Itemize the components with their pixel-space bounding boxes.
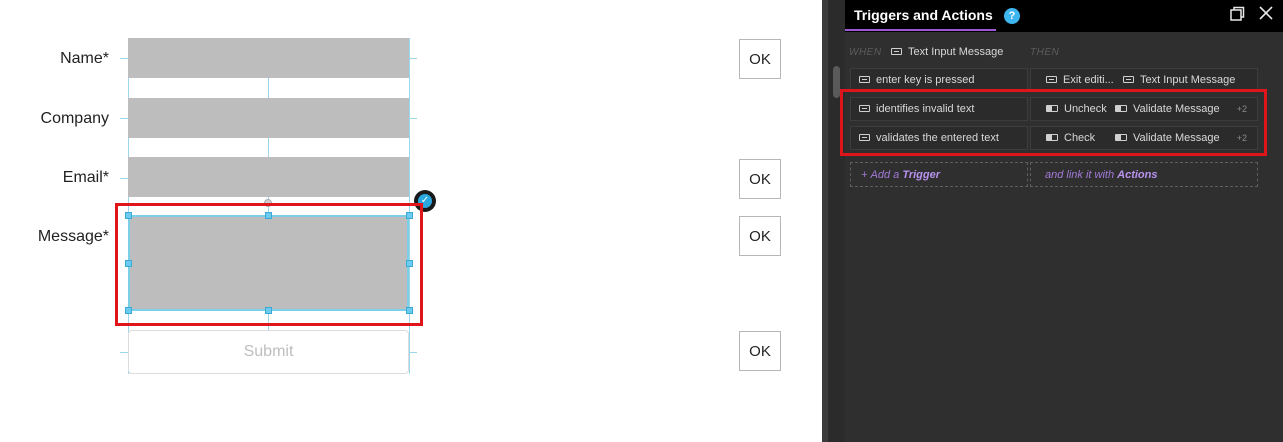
- text-input-icon: [859, 75, 870, 83]
- trigger-text: enter key is pressed: [859, 74, 974, 86]
- active-tab-underline: [845, 29, 996, 31]
- ok-button-1[interactable]: OK: [739, 39, 781, 79]
- name-label: Name*: [60, 50, 109, 67]
- add-trigger-text: + Add a Trigger: [861, 169, 940, 181]
- text-input-icon: [891, 47, 902, 55]
- scrollbar-thumb[interactable]: [833, 66, 840, 98]
- message-label: Message*: [37, 228, 109, 245]
- action-1-label: Exit editi...: [1063, 74, 1114, 86]
- company-input[interactable]: [128, 98, 409, 138]
- submit-button[interactable]: Submit: [128, 330, 409, 374]
- when-target-text: Text Input Message: [908, 46, 1004, 58]
- guide-tick: [409, 118, 417, 119]
- guide-tick: [120, 352, 128, 353]
- add-trigger-bold: Trigger: [902, 169, 941, 181]
- add-trigger-button[interactable]: + Add a Trigger: [850, 162, 1028, 187]
- action-1: Exit editi...: [1046, 74, 1114, 86]
- action-2-label: Text Input Message: [1140, 74, 1236, 86]
- email-label: Email*: [62, 169, 109, 186]
- link-actions-text: and link it with Actions: [1045, 169, 1158, 181]
- screen: Name* Company Email* Message* ✓ Submit O…: [0, 0, 1283, 442]
- guide-tick: [409, 58, 417, 59]
- guide-tick: [409, 352, 417, 353]
- guide-tick: [120, 178, 128, 179]
- text-input-icon: [1123, 75, 1134, 83]
- trigger-label: enter key is pressed: [876, 74, 975, 86]
- action-2: Text Input Message: [1123, 74, 1235, 86]
- company-label: Company: [40, 110, 109, 127]
- name-input[interactable]: [128, 38, 409, 78]
- guide-tick: [120, 118, 128, 119]
- add-trigger-prefix: Add a: [870, 169, 900, 181]
- email-input[interactable]: [128, 157, 409, 197]
- highlight-box-rows: [840, 89, 1267, 156]
- link-actions-prefix: and link it with: [1045, 169, 1115, 181]
- guide-tick: [120, 58, 128, 59]
- ok-button-2[interactable]: OK: [739, 159, 781, 199]
- when-label: WHEN: [849, 47, 882, 58]
- plus-icon: +: [861, 169, 868, 181]
- when-target: Text Input Message: [891, 46, 1003, 58]
- link-actions-bold: Actions: [1117, 169, 1158, 181]
- close-icon[interactable]: [1259, 6, 1273, 26]
- panel-title[interactable]: Triggers and Actions: [854, 7, 993, 23]
- ok-button-3[interactable]: OK: [739, 216, 781, 256]
- link-actions-button[interactable]: and link it with Actions: [1030, 162, 1258, 187]
- highlight-box-message: [115, 203, 423, 326]
- triggers-panel: [845, 0, 1283, 442]
- text-input-icon: [1046, 75, 1057, 83]
- splitter-edge: [822, 0, 828, 442]
- ok-button-4[interactable]: OK: [739, 331, 781, 371]
- restore-window-icon[interactable]: [1229, 6, 1245, 28]
- help-icon[interactable]: ?: [1004, 8, 1020, 24]
- then-label: THEN: [1030, 47, 1060, 58]
